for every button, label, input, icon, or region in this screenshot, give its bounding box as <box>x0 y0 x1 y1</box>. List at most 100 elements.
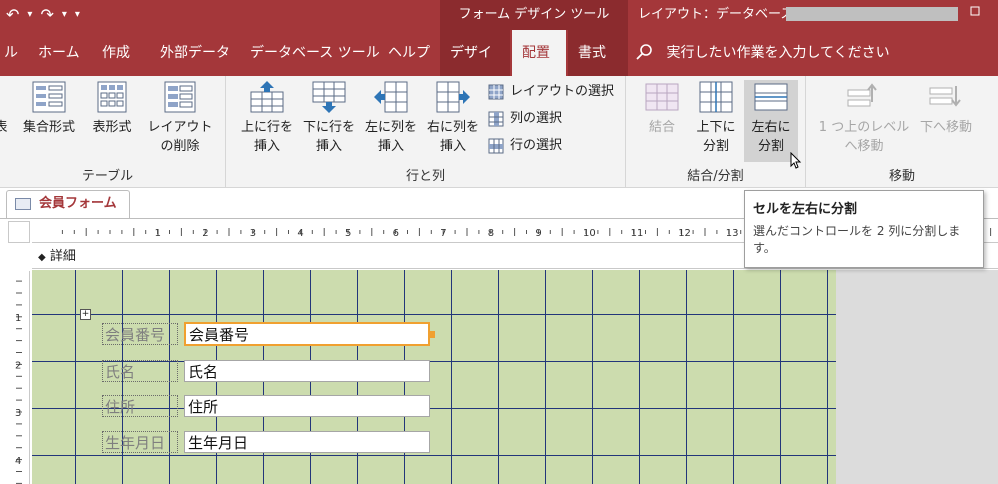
undo-dropdown-icon[interactable]: ▾ <box>25 0 34 30</box>
field-label[interactable]: 生年月日 <box>102 431 178 453</box>
tab-external-data[interactable]: 外部データ <box>150 30 240 76</box>
ruler-label: 8 <box>488 228 494 239</box>
tabular-label: 表形式 <box>92 120 132 135</box>
tabular-layout-icon <box>97 81 127 113</box>
merge-label: 結合 <box>648 120 675 135</box>
insert-right-button[interactable]: 右に列を挿入 <box>422 80 484 162</box>
redo-icon[interactable]: ↷ <box>34 0 59 30</box>
field-label[interactable]: 住所 <box>102 395 178 417</box>
tab-home[interactable]: ホーム <box>28 30 90 76</box>
select-layout-label: レイアウトの選択 <box>510 84 615 99</box>
move-up-button[interactable]: 1 つ上のレベルへ移動 <box>816 80 912 162</box>
move-down-icon <box>929 86 961 107</box>
ruler-label: 4 <box>15 456 21 467</box>
vertical-ruler-ticks: 1 2 3 4 <box>15 280 22 484</box>
customize-qat-icon[interactable]: ▾ <box>69 0 86 30</box>
tooltip-body: 選んだコントロールを 2 列に分割します。 <box>753 224 961 255</box>
field-textbox[interactable]: 住所 <box>184 395 430 417</box>
insert-below-label: 下に行を挿入 <box>302 120 355 154</box>
move-up-label: 1 つ上のレベルへ移動 <box>818 120 910 154</box>
select-column-button[interactable]: 列の選択 <box>488 107 562 131</box>
layout-anchor-icon[interactable]: + <box>80 309 91 320</box>
tell-me-text: 実行したい作業を入力してください <box>666 45 890 61</box>
insert-above-button[interactable]: 上に行を挿入 <box>236 80 298 162</box>
redo-dropdown-icon[interactable]: ▾ <box>60 0 69 30</box>
ruler-label: 9 <box>535 228 541 239</box>
document-tab[interactable]: 会員フォーム <box>6 190 130 218</box>
ruler-label: 7 <box>440 228 446 239</box>
split-vertical-label: 上下に分割 <box>696 120 736 154</box>
remove-layout-button[interactable]: レイアウトの削除 <box>140 80 220 162</box>
section-collapse-icon: ◆ <box>38 252 46 263</box>
split-horizontal-icon <box>754 83 788 111</box>
insert-left-button[interactable]: 左に列を挿入 <box>360 80 422 162</box>
group-label-move: 移動 <box>888 169 915 184</box>
section-label: 詳細 <box>49 249 76 264</box>
select-row-button[interactable]: 行の選択 <box>488 134 562 158</box>
ruler-label: 13 <box>726 228 739 239</box>
quick-access-toolbar: ↶ ▾ ↷ ▾ ▾ <box>0 0 86 30</box>
gridlines-label: 表 <box>0 120 8 135</box>
move-down-button[interactable]: 下へ移動 <box>916 80 976 162</box>
form-icon <box>15 198 31 210</box>
select-column-icon <box>488 111 504 127</box>
tell-me-box[interactable]: 実行したい作業を入力してください <box>636 30 890 76</box>
ruler-label: 4 <box>297 228 303 239</box>
group-rows-columns: 上に行を挿入 下に行を挿入 左に列を挿入 右に列を挿入 レイアウトの選択 列の選… <box>226 76 626 188</box>
ruler-label: 11 <box>631 228 644 239</box>
select-layout-button[interactable]: レイアウトの選択 <box>488 80 614 104</box>
split-horizontal-label: 左右に分割 <box>751 120 791 154</box>
remove-layout-icon <box>164 81 196 113</box>
ruler-label: 3 <box>15 408 21 419</box>
field-label[interactable]: 氏名 <box>102 360 178 382</box>
field-textbox[interactable]: 氏名 <box>184 360 430 382</box>
field-textbox[interactable]: 生年月日 <box>184 431 430 453</box>
ribbon-tab-bar: ル ホーム 作成 外部データ データベース ツール ヘルプ デザイン 配置 書式… <box>0 30 998 107</box>
select-column-label: 列の選択 <box>510 111 563 126</box>
merge-cells-icon <box>645 83 679 111</box>
vertical-ruler: 1 2 3 4 <box>8 271 30 484</box>
tab-database-tools[interactable]: データベース ツール <box>240 30 390 76</box>
group-label-merge-split: 結合/分割 <box>687 169 744 184</box>
insert-below-button[interactable]: 下に行を挿入 <box>298 80 360 162</box>
title-bar: ↶ ▾ ↷ ▾ ▾ フォーム デザイン ツール レイアウト：データベース- <box>0 0 998 30</box>
tab-create[interactable]: 作成 <box>92 30 140 76</box>
stacked-label: 集合形式 <box>22 120 75 135</box>
tab-arrange[interactable]: 配置 <box>512 30 566 76</box>
redacted-title-area <box>786 7 958 21</box>
field-label[interactable]: 会員番号 <box>102 323 178 345</box>
merge-button[interactable]: 結合 <box>634 80 690 162</box>
stacked-layout-icon <box>32 81 66 113</box>
select-row-label: 行の選択 <box>510 138 563 153</box>
split-horizontal-button[interactable]: 左右に分割 <box>744 80 798 162</box>
undo-icon[interactable]: ↶ <box>0 0 25 30</box>
restore-icon <box>970 6 980 16</box>
resize-handle[interactable] <box>430 331 435 338</box>
window-control[interactable] <box>952 0 998 30</box>
ruler-label: 1 <box>155 228 161 239</box>
insert-column-left-icon <box>374 81 408 113</box>
ruler-label: 10 <box>583 228 596 239</box>
tabular-button[interactable]: 表形式 <box>86 80 138 162</box>
ruler-label: 3 <box>250 228 256 239</box>
tooltip-title: セルを左右に分割 <box>753 202 858 217</box>
tab-format[interactable]: 書式 <box>568 30 628 76</box>
insert-right-label: 右に列を挿入 <box>426 120 479 154</box>
field-textbox[interactable]: 会員番号 <box>184 322 430 346</box>
tab-file[interactable]: ル <box>0 30 28 76</box>
insert-row-above-icon <box>250 81 284 113</box>
ruler-label: 2 <box>202 228 208 239</box>
ruler-label: 1 <box>15 313 21 324</box>
stacked-button[interactable]: 集合形式 <box>18 80 80 162</box>
move-up-icon <box>847 83 877 107</box>
form-selector[interactable] <box>8 221 30 243</box>
split-vertical-button[interactable]: 上下に分割 <box>692 80 740 162</box>
move-down-label: 下へ移動 <box>919 120 972 135</box>
gridlines-button[interactable]: 表 <box>0 80 12 162</box>
ruler-label: 12 <box>678 228 691 239</box>
tab-help[interactable]: ヘルプ <box>378 30 440 76</box>
insert-left-label: 左に列を挿入 <box>364 120 417 154</box>
ruler-label: 5 <box>345 228 351 239</box>
remove-layout-label: レイアウトの削除 <box>147 120 213 154</box>
tab-design[interactable]: デザイン <box>440 30 510 107</box>
